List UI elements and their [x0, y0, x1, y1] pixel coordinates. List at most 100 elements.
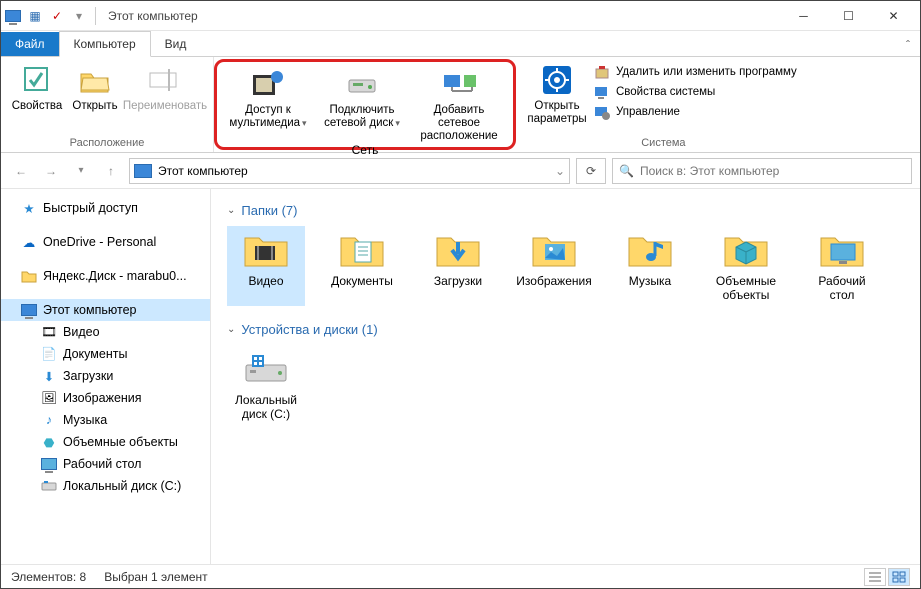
view-details-button[interactable] — [864, 568, 886, 586]
search-input[interactable] — [640, 164, 905, 178]
video-icon: 🎞 — [41, 324, 57, 340]
music-icon: ♪ — [41, 412, 57, 428]
app-icon — [5, 8, 21, 24]
folder-downloads-icon — [434, 230, 482, 270]
view-icons-button[interactable] — [888, 568, 910, 586]
add-network-icon — [442, 67, 476, 101]
this-pc-icon — [21, 302, 37, 318]
manage-button[interactable]: Управление — [594, 104, 797, 120]
sidebar-local-disk[interactable]: Локальный диск (C:) — [1, 475, 210, 497]
tile-desktop[interactable]: Рабочий стол — [803, 226, 881, 306]
open-button[interactable]: Открыть — [69, 60, 121, 137]
media-access-button[interactable]: Доступ к мультимедиа — [221, 64, 315, 143]
status-bar: Элементов: 8 Выбран 1 элемент — [1, 564, 920, 588]
folder-3d-icon — [722, 230, 770, 270]
ribbon-group-system: Открыть параметры Удалить или изменить п… — [518, 57, 809, 152]
uninstall-icon — [594, 64, 610, 80]
folder-desktop-icon — [818, 230, 866, 270]
sidebar-quick-access[interactable]: ★ Быстрый доступ — [1, 197, 210, 219]
address-bar[interactable]: ⌄ — [129, 158, 570, 184]
sidebar-music[interactable]: ♪Музыка — [1, 409, 210, 431]
sysprops-icon — [594, 84, 610, 100]
rename-icon — [148, 63, 182, 97]
folder-icon — [21, 268, 37, 284]
sidebar-pictures[interactable]: 🖼Изображения — [1, 387, 210, 409]
media-icon — [251, 67, 285, 101]
titlebar: ▦ ✓ ▾ Этот компьютер ─ ☐ ✕ — [1, 1, 920, 31]
minimize-button[interactable]: ─ — [781, 1, 826, 31]
tile-3d-objects[interactable]: Объемные объекты — [707, 226, 785, 306]
drive-c-icon — [242, 349, 290, 389]
ribbon-group-network-highlight: Доступ к мультимедиа Подключить сетевой … — [214, 59, 516, 150]
qat-item-icon[interactable]: ▦ — [27, 8, 43, 24]
maximize-button[interactable]: ☐ — [826, 1, 871, 31]
this-pc-icon — [134, 164, 152, 178]
map-drive-icon — [345, 67, 379, 101]
status-selection: Выбран 1 элемент — [104, 570, 207, 584]
map-drive-button[interactable]: Подключить сетевой диск — [315, 64, 409, 143]
rename-button: Переименовать — [123, 60, 207, 137]
address-dropdown-icon[interactable]: ⌄ — [555, 164, 565, 178]
tab-view[interactable]: Вид — [151, 32, 201, 56]
nav-back-button[interactable]: ← — [9, 159, 33, 183]
document-icon: 📄 — [41, 346, 57, 362]
sidebar-yandex-disk[interactable]: Яндекс.Диск - marabu0... — [1, 265, 210, 287]
tile-pictures[interactable]: Изображения — [515, 226, 593, 306]
sidebar-downloads[interactable]: ⬇Загрузки — [1, 365, 210, 387]
sidebar-onedrive[interactable]: ☁ OneDrive - Personal — [1, 231, 210, 253]
star-icon: ★ — [21, 200, 37, 216]
section-folders-header[interactable]: ⌄ Папки (7) — [227, 203, 904, 218]
search-icon: 🔍 — [619, 164, 634, 178]
cube-icon: ⬣ — [41, 434, 57, 450]
sidebar-videos[interactable]: 🎞Видео — [1, 321, 210, 343]
tile-downloads[interactable]: Загрузки — [419, 226, 497, 306]
open-settings-button[interactable]: Открыть параметры — [524, 60, 590, 137]
nav-row: ← → ▾ ↑ ⌄ ⟳ 🔍 — [1, 153, 920, 189]
body: ★ Быстрый доступ ☁ OneDrive - Personal Я… — [1, 189, 920, 564]
qat-check-icon[interactable]: ✓ — [49, 8, 65, 24]
uninstall-programs-button[interactable]: Удалить или изменить программу — [594, 64, 797, 80]
nav-forward-button[interactable]: → — [39, 159, 63, 183]
properties-button[interactable]: Свойства — [7, 60, 67, 137]
sidebar-3d-objects[interactable]: ⬣Объемные объекты — [1, 431, 210, 453]
system-properties-button[interactable]: Свойства системы — [594, 84, 797, 100]
picture-icon: 🖼 — [41, 390, 57, 406]
folders-grid: Видео Документы Загрузки Изображения Муз… — [227, 226, 904, 306]
settings-icon — [540, 63, 574, 97]
ribbon-collapse-button[interactable]: ˆ — [896, 34, 920, 56]
download-icon: ⬇ — [41, 368, 57, 384]
collapse-icon: ⌄ — [227, 205, 235, 216]
folder-pictures-icon — [530, 230, 578, 270]
tile-music[interactable]: Музыка — [611, 226, 689, 306]
folder-documents-icon — [338, 230, 386, 270]
desktop-icon — [41, 456, 57, 472]
sidebar: ★ Быстрый доступ ☁ OneDrive - Personal Я… — [1, 189, 211, 564]
sidebar-desktop[interactable]: Рабочий стол — [1, 453, 210, 475]
cloud-icon: ☁ — [21, 234, 37, 250]
search-box[interactable]: 🔍 — [612, 158, 912, 184]
tile-local-disk-c[interactable]: Локальный диск (C:) — [227, 345, 305, 425]
add-network-location-button[interactable]: Добавить сетевое расположение — [409, 64, 509, 143]
tab-file[interactable]: Файл — [1, 32, 59, 56]
folder-videos-icon — [242, 230, 290, 270]
section-devices-header[interactable]: ⌄ Устройства и диски (1) — [227, 322, 904, 337]
sidebar-this-pc[interactable]: Этот компьютер — [1, 299, 210, 321]
tile-videos[interactable]: Видео — [227, 226, 305, 306]
window-title: Этот компьютер — [108, 9, 198, 23]
qat-more-icon[interactable]: ▾ — [71, 8, 87, 24]
manage-icon — [594, 104, 610, 120]
nav-up-button[interactable]: ↑ — [99, 159, 123, 183]
ribbon-group-location: Свойства Открыть Переименовать Расположе… — [1, 57, 214, 152]
sidebar-documents[interactable]: 📄Документы — [1, 343, 210, 365]
refresh-button[interactable]: ⟳ — [576, 158, 606, 184]
folder-music-icon — [626, 230, 674, 270]
ribbon-tabstrip: Файл Компьютер Вид ˆ — [1, 31, 920, 57]
tile-documents[interactable]: Документы — [323, 226, 401, 306]
address-input[interactable] — [158, 164, 549, 178]
ribbon: Свойства Открыть Переименовать Расположе… — [1, 57, 920, 153]
close-button[interactable]: ✕ — [871, 1, 916, 31]
tab-computer[interactable]: Компьютер — [59, 31, 151, 57]
ribbon-group-label-system: Система — [641, 137, 685, 152]
content-pane: ⌄ Папки (7) Видео Документы Загрузки Изо… — [211, 189, 920, 564]
nav-recent-button[interactable]: ▾ — [69, 159, 93, 183]
